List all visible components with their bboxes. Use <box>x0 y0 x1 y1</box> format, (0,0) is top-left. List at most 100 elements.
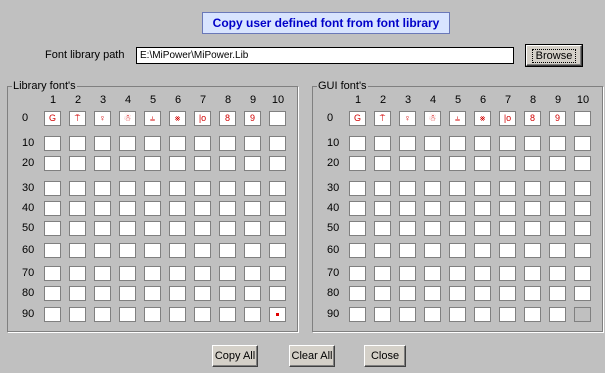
gui-font-cell[interactable] <box>499 221 516 236</box>
library-font-cell[interactable] <box>269 201 286 216</box>
library-font-cell[interactable] <box>69 307 86 322</box>
library-font-cell[interactable] <box>244 221 261 236</box>
library-font-cell[interactable] <box>244 201 261 216</box>
gui-font-cell[interactable] <box>374 286 391 301</box>
library-font-cell[interactable] <box>119 181 136 196</box>
library-font-cell[interactable] <box>119 307 136 322</box>
library-font-cell[interactable] <box>69 221 86 236</box>
library-font-cell[interactable] <box>169 181 186 196</box>
close-button[interactable]: Close <box>364 345 406 367</box>
library-font-cell[interactable] <box>44 243 61 258</box>
gui-font-cell[interactable] <box>524 243 541 258</box>
library-font-cell[interactable] <box>44 181 61 196</box>
library-font-cell[interactable] <box>244 136 261 151</box>
gui-font-cell[interactable] <box>374 266 391 281</box>
library-font-cell[interactable] <box>69 156 86 171</box>
library-font-cell[interactable] <box>244 243 261 258</box>
gui-font-cell[interactable] <box>374 307 391 322</box>
library-font-cell[interactable] <box>69 286 86 301</box>
library-font-cell[interactable] <box>69 266 86 281</box>
gui-font-cell[interactable] <box>449 221 466 236</box>
library-font-cell[interactable] <box>44 136 61 151</box>
gui-font-cell[interactable] <box>449 181 466 196</box>
library-font-cell[interactable] <box>119 221 136 236</box>
gui-font-cell[interactable] <box>424 243 441 258</box>
gui-font-cell[interactable] <box>524 286 541 301</box>
gui-font-cell[interactable] <box>474 286 491 301</box>
gui-font-cell[interactable] <box>424 307 441 322</box>
library-font-cell[interactable] <box>219 136 236 151</box>
library-font-cell[interactable] <box>144 221 161 236</box>
library-font-cell[interactable] <box>119 243 136 258</box>
gui-font-cell[interactable] <box>549 136 566 151</box>
gui-font-cell[interactable] <box>574 286 591 301</box>
gui-font-cell[interactable] <box>499 266 516 281</box>
gui-font-cell[interactable] <box>474 181 491 196</box>
gui-font-cell[interactable] <box>474 221 491 236</box>
gui-font-cell[interactable] <box>549 156 566 171</box>
browse-button[interactable]: Browse <box>525 44 583 67</box>
gui-font-cell[interactable] <box>349 201 366 216</box>
library-font-cell[interactable] <box>244 156 261 171</box>
library-font-cell[interactable] <box>194 266 211 281</box>
gui-font-cell[interactable] <box>349 136 366 151</box>
library-font-cell[interactable] <box>244 286 261 301</box>
library-font-cell[interactable] <box>94 201 111 216</box>
gui-font-cell[interactable] <box>374 156 391 171</box>
library-font-cell[interactable] <box>269 221 286 236</box>
library-font-cell[interactable] <box>44 286 61 301</box>
library-font-cell[interactable] <box>144 156 161 171</box>
gui-font-cell[interactable] <box>449 266 466 281</box>
library-font-cell[interactable] <box>44 201 61 216</box>
library-font-cell[interactable] <box>194 243 211 258</box>
library-font-cell[interactable] <box>169 136 186 151</box>
library-font-cell[interactable] <box>219 286 236 301</box>
library-font-cell[interactable] <box>219 243 236 258</box>
gui-font-cell[interactable] <box>349 156 366 171</box>
gui-font-cell[interactable] <box>374 201 391 216</box>
gui-font-cell[interactable] <box>449 286 466 301</box>
gui-font-cell[interactable] <box>549 221 566 236</box>
library-font-cell[interactable]: ⨳ <box>169 111 186 126</box>
library-font-cell[interactable]: ⫨ <box>144 111 161 126</box>
library-font-cell[interactable] <box>269 307 286 322</box>
library-font-cell[interactable] <box>169 221 186 236</box>
clear-all-button[interactable]: Clear All <box>289 345 335 367</box>
library-font-cell[interactable] <box>219 221 236 236</box>
library-font-cell[interactable] <box>169 243 186 258</box>
gui-font-cell[interactable] <box>524 201 541 216</box>
library-font-cell[interactable] <box>169 286 186 301</box>
gui-font-cell[interactable]: ⫨ <box>449 111 466 126</box>
library-font-cell[interactable] <box>194 286 211 301</box>
gui-font-cell[interactable] <box>549 266 566 281</box>
gui-font-cell[interactable] <box>374 221 391 236</box>
gui-font-cell[interactable] <box>524 307 541 322</box>
gui-font-cell[interactable] <box>449 307 466 322</box>
gui-font-cell[interactable]: 9 <box>549 111 566 126</box>
library-font-cell[interactable] <box>144 286 161 301</box>
gui-font-cell[interactable] <box>549 243 566 258</box>
library-font-cell[interactable] <box>194 136 211 151</box>
library-font-cell[interactable] <box>269 111 286 126</box>
library-font-cell[interactable] <box>244 307 261 322</box>
copy-all-button[interactable]: Copy All <box>212 345 258 367</box>
gui-font-cell[interactable]: ♀ <box>399 111 416 126</box>
gui-font-cell[interactable] <box>399 201 416 216</box>
gui-font-cell[interactable] <box>474 266 491 281</box>
library-font-cell[interactable] <box>44 156 61 171</box>
gui-font-cell[interactable] <box>399 181 416 196</box>
library-font-cell[interactable] <box>219 181 236 196</box>
gui-font-cell[interactable] <box>399 243 416 258</box>
library-font-cell[interactable] <box>219 156 236 171</box>
gui-font-cell[interactable] <box>399 156 416 171</box>
gui-font-cell[interactable]: |o <box>499 111 516 126</box>
gui-font-cell[interactable] <box>349 181 366 196</box>
library-font-cell[interactable]: ☃ <box>119 111 136 126</box>
gui-font-cell[interactable] <box>349 286 366 301</box>
library-font-cell[interactable] <box>194 221 211 236</box>
library-font-cell[interactable]: 9 <box>244 111 261 126</box>
library-font-cell[interactable] <box>244 266 261 281</box>
gui-font-cell[interactable] <box>499 156 516 171</box>
gui-font-cell[interactable] <box>524 156 541 171</box>
gui-font-cell[interactable] <box>349 243 366 258</box>
